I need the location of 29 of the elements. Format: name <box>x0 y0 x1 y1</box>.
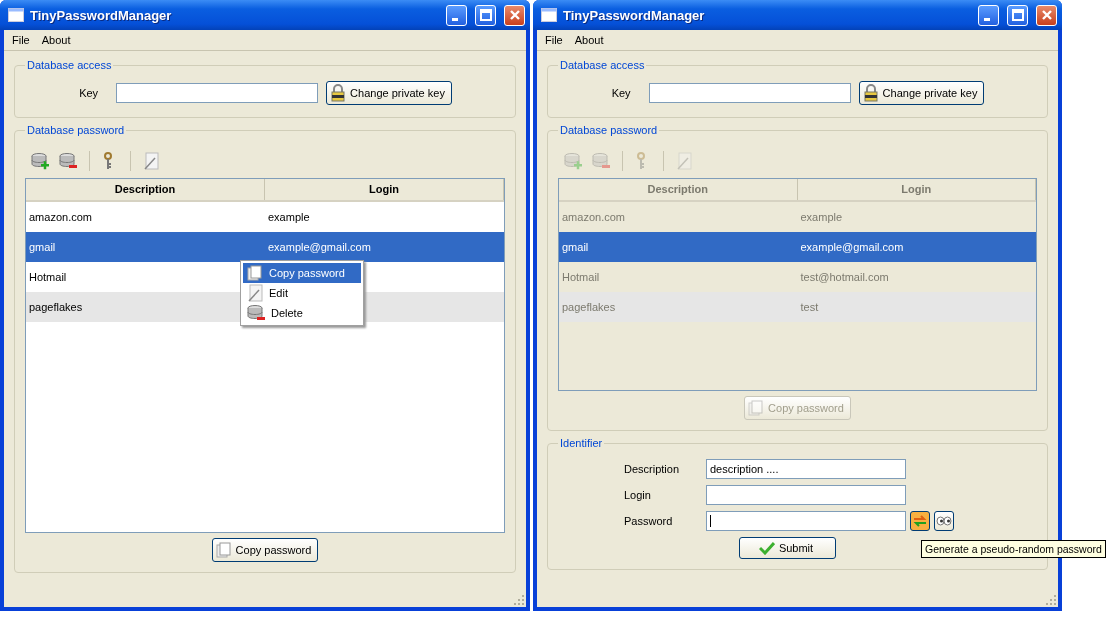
table-cell[interactable]: example <box>265 202 504 232</box>
column-header[interactable]: Description <box>26 179 265 200</box>
group-title: Database access <box>26 59 113 71</box>
submit-button[interactable]: Submit <box>739 537 836 559</box>
menu-item[interactable]: File <box>8 32 38 48</box>
group-title: Database password <box>559 124 659 136</box>
window-title: TinyPasswordManager <box>30 7 173 23</box>
field-label: Key <box>610 87 631 99</box>
group-title: Database password <box>26 124 126 136</box>
table-cell[interactable]: example@gmail.com <box>265 232 504 262</box>
group-title: Database access <box>559 59 646 71</box>
table-cell[interactable]: gmail <box>26 232 265 262</box>
input-field[interactable]: description .... <box>706 459 906 479</box>
menu-item[interactable]: About <box>37 32 79 48</box>
window-title: TinyPasswordManager <box>563 7 706 23</box>
field-label: Password <box>624 515 674 527</box>
field-label: Login <box>624 489 652 501</box>
table-cell[interactable]: amazon.com <box>26 202 265 232</box>
field-label: Key <box>78 87 99 99</box>
tooltip: Generate a pseudo-random password <box>921 540 1106 558</box>
menu-item[interactable]: File <box>541 32 571 48</box>
change-key-button[interactable]: Change private key <box>858 81 985 105</box>
group-title: Identifier <box>559 437 604 449</box>
menu-item[interactable]: Copy password <box>243 263 361 283</box>
field-label: Description <box>624 463 681 475</box>
column-header[interactable]: Login <box>265 179 504 200</box>
copy-password-button[interactable]: Copy password <box>211 538 319 562</box>
menu-item[interactable]: About <box>570 32 612 48</box>
change-key-button[interactable]: Change private key <box>326 81 452 105</box>
